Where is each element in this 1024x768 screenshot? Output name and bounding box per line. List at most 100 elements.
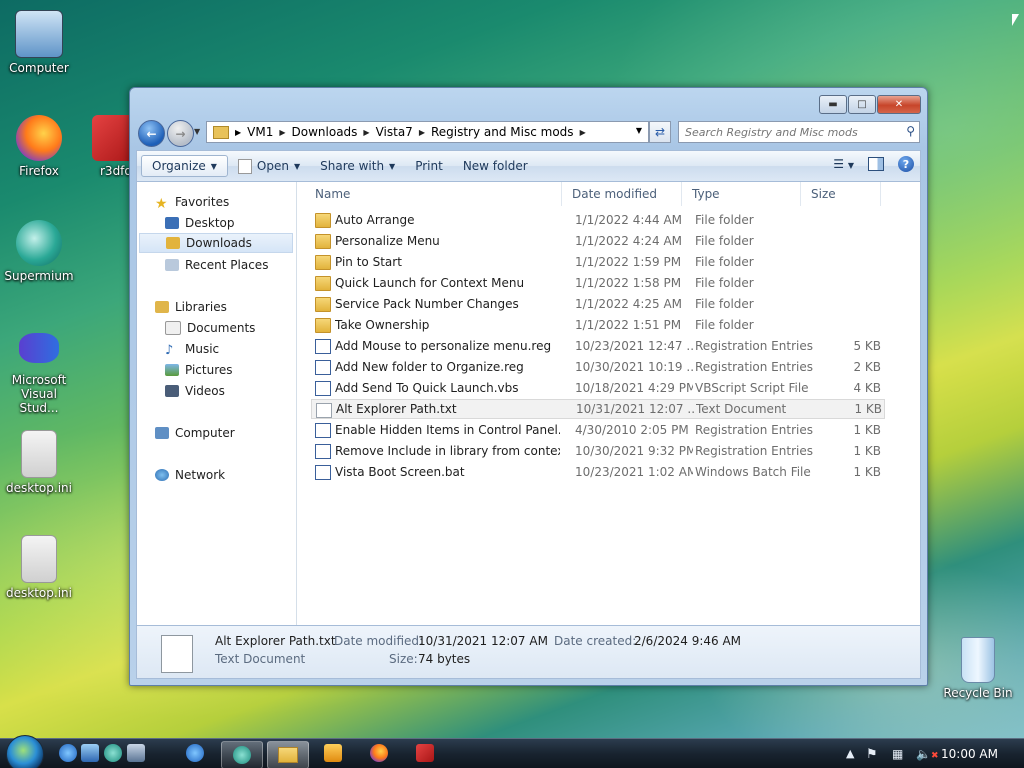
search-box[interactable]: ⚲ (678, 121, 920, 143)
file-date: 10/31/2021 12:07 ... (576, 402, 694, 416)
folder-icon (315, 318, 331, 333)
desktop-icon-visual-studio[interactable]: Microsoft Visual Stud... (1, 325, 77, 415)
nav-videos[interactable]: Videos (165, 381, 225, 401)
refresh-button[interactable]: ⇄ (649, 121, 671, 143)
desktop-icon-recycle-bin[interactable]: Recycle Bin (938, 637, 1018, 700)
switch-windows-icon[interactable] (127, 744, 145, 762)
search-icon[interactable]: ⚲ (906, 124, 915, 138)
chevron-right-icon[interactable]: ▶ (419, 128, 425, 137)
nav-recent-places[interactable]: Recent Places (165, 255, 268, 275)
action-center-flag-icon[interactable]: ⚑ (866, 747, 878, 762)
file-row[interactable]: Enable Hidden Items in Control Panel.reg… (311, 420, 885, 440)
forward-button[interactable]: → (167, 120, 194, 147)
file-row[interactable]: Pin to Start 1/1/2022 1:59 PM File folder (311, 252, 885, 272)
file-row[interactable]: Add Send To Quick Launch.vbs 10/18/2021 4… (311, 378, 885, 398)
file-row[interactable]: Add Mouse to personalize menu.reg 10/23/2… (311, 336, 885, 356)
desktop-icon-computer[interactable]: Computer (1, 10, 77, 75)
breadcrumb-downloads[interactable]: Downloads (292, 125, 358, 139)
breadcrumb-vm1[interactable]: VM1 (247, 125, 273, 139)
column-header-type[interactable]: Type (682, 182, 801, 206)
nav-label: Music (185, 342, 220, 356)
file-row[interactable]: Remove Include in library from context .… (311, 441, 885, 461)
file-type: Text Document (696, 402, 787, 416)
share-with-label: Share with (320, 159, 385, 173)
file-name: Personalize Menu (335, 234, 440, 248)
view-options-button[interactable]: ☰ ▼ (833, 157, 854, 171)
address-dropdown-icon[interactable]: ▼ (636, 126, 642, 135)
file-name: Add Send To Quick Launch.vbs (335, 381, 519, 395)
file-row[interactable]: Service Pack Number Changes 1/1/2022 4:25… (311, 294, 885, 314)
internet-explorer-icon[interactable] (59, 744, 77, 762)
details-size-label: Size: (389, 652, 418, 666)
network-tray-icon[interactable]: ▦ (892, 747, 903, 761)
show-hidden-icons[interactable]: ▲ (846, 747, 854, 760)
nav-pictures[interactable]: Pictures (165, 360, 233, 380)
back-button[interactable]: ← (138, 120, 165, 147)
details-pane: Alt Explorer Path.txt Text Document Date… (136, 625, 921, 679)
column-header-name[interactable]: Name (305, 182, 562, 206)
nav-documents[interactable]: Documents (165, 318, 255, 338)
desktop-icon-desktop-ini[interactable]: desktop.ini (1, 430, 77, 495)
script-file-icon (315, 360, 331, 375)
organize-button[interactable]: Organize ▼ (141, 155, 228, 177)
print-button[interactable]: Print (405, 156, 453, 176)
supermium-quicklaunch-icon[interactable] (104, 744, 122, 762)
nav-downloads[interactable]: Downloads (139, 233, 293, 253)
open-button[interactable]: Open ▼ (228, 156, 310, 177)
file-row[interactable]: Personalize Menu 1/1/2022 4:24 AM File fol… (311, 231, 885, 251)
folder-icon (278, 747, 298, 763)
desktop-icon-firefox[interactable]: Firefox (1, 115, 77, 178)
chevron-right-icon[interactable]: ▶ (580, 128, 586, 137)
file-type: Registration Entries (695, 423, 813, 437)
show-desktop-icon[interactable] (81, 744, 99, 762)
nav-favorites[interactable]: ★ Favorites (155, 192, 229, 212)
preview-pane-button[interactable] (868, 157, 884, 171)
share-with-button[interactable]: Share with ▼ (310, 156, 405, 176)
taskbar-clock[interactable]: 10:00 AM (941, 747, 998, 761)
volume-muted-icon[interactable]: 🔈✖ (916, 747, 939, 761)
maximize-button[interactable]: □ (848, 95, 876, 114)
minimize-button[interactable]: ▬ (819, 95, 847, 114)
firefox-task-icon[interactable] (370, 744, 388, 762)
file-row[interactable]: Quick Launch for Context Menu 1/1/2022 1:… (311, 273, 885, 293)
column-header-size[interactable]: Size (801, 182, 881, 206)
nav-music[interactable]: ♪ Music (165, 339, 219, 359)
folder-icon (315, 234, 331, 249)
internet-explorer-task-icon[interactable] (186, 744, 204, 762)
details-modified-value: 10/31/2021 12:07 AM (418, 634, 548, 648)
nav-network[interactable]: Network (155, 465, 225, 485)
close-button[interactable]: ✕ (877, 95, 921, 114)
file-date: 10/23/2021 1:02 AM (575, 465, 693, 479)
desktop-icon-supermium[interactable]: Supermium (1, 220, 77, 283)
file-row[interactable]: Auto Arrange 1/1/2022 4:44 AM File folder (311, 210, 885, 230)
media-player-icon[interactable] (324, 744, 342, 762)
explorer-task[interactable] (267, 741, 309, 768)
column-header-date-modified[interactable]: Date modified (562, 182, 682, 206)
breadcrumb-vista7[interactable]: Vista7 (376, 125, 413, 139)
file-row[interactable]: Vista Boot Screen.bat 10/23/2021 1:02 AM W… (311, 462, 885, 482)
chevron-right-icon[interactable]: ▶ (363, 128, 369, 137)
chevron-down-icon: ▼ (847, 161, 854, 170)
nav-desktop[interactable]: Desktop (165, 213, 235, 233)
r3dfox-task-icon[interactable] (416, 744, 434, 762)
file-size: 4 KB (853, 381, 881, 395)
chevron-right-icon[interactable]: ▶ (279, 128, 285, 137)
address-bar[interactable]: ▶ VM1 ▶ Downloads ▶ Vista7 ▶ Registry and M… (206, 121, 649, 143)
recent-pages-dropdown[interactable]: ▼ (194, 127, 200, 136)
desktop-icon-label: Firefox (19, 164, 59, 178)
nav-libraries[interactable]: Libraries (155, 297, 227, 317)
file-row[interactable]: Alt Explorer Path.txt 10/31/2021 12:07 ..… (311, 399, 885, 419)
start-button[interactable] (6, 735, 44, 768)
file-size: 1 KB (853, 423, 881, 437)
supermium-task[interactable] (221, 741, 263, 768)
column-label: Size (811, 187, 836, 201)
breadcrumb-registry-and-misc-mods[interactable]: Registry and Misc mods (431, 125, 574, 139)
help-icon[interactable]: ? (898, 156, 914, 172)
search-input[interactable] (683, 124, 897, 140)
network-icon (155, 469, 169, 481)
new-folder-button[interactable]: New folder (453, 156, 538, 176)
file-row[interactable]: Add New folder to Organize.reg 10/30/2021… (311, 357, 885, 377)
file-row[interactable]: Take Ownership 1/1/2022 1:51 PM File folde… (311, 315, 885, 335)
desktop-icon-desktop-ini-2[interactable]: desktop.ini (1, 535, 77, 600)
nav-computer[interactable]: Computer (155, 423, 235, 443)
